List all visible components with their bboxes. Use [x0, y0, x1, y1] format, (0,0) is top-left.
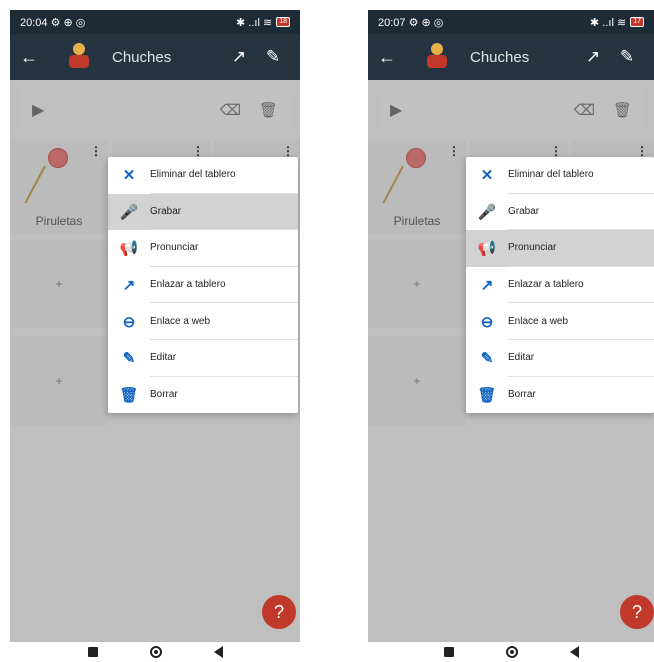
menu-item[interactable]: ✕ Eliminar del tablero	[108, 157, 298, 194]
status-bar: 20:04 ⚙ ⊕ ◎ ✱ ..ıl ≋ 18	[10, 10, 300, 34]
link-board-icon: ↗	[122, 277, 136, 295]
menu-item-label: Grabar	[508, 194, 654, 231]
menu-item[interactable]: ⊖ Enlace a web	[466, 303, 654, 340]
edit-board-icon[interactable]: ✎	[610, 47, 644, 67]
status-bar: 20:07 ⚙ ⊕ ◎ ✱ ..ıl ≋ 17	[368, 10, 654, 34]
menu-item-label: Enlazar a tablero	[508, 267, 654, 304]
trash-icon: 🗑	[477, 386, 497, 404]
microphone-icon: 🎤	[477, 203, 497, 221]
home-icon[interactable]	[505, 646, 518, 658]
status-signal-icons: ✱ ..ıl ≋	[590, 16, 627, 29]
menu-item[interactable]: 🎤 Grabar	[466, 194, 654, 231]
board-avatar	[64, 42, 94, 72]
menu-item-label: Borrar	[150, 389, 178, 401]
board-title: Chuches	[112, 48, 172, 66]
app-bar: ← Chuches ↗ ✎	[368, 34, 654, 80]
tile-context-menu: ✕ Eliminar del tablero 🎤 Grabar 📢 Pronunciar ↗…	[466, 157, 654, 414]
system-nav-bar	[368, 642, 654, 662]
menu-item[interactable]: ✎ Editar	[466, 340, 654, 377]
menu-item-label: Enlazar a tablero	[150, 267, 298, 304]
board-title: Chuches	[470, 48, 530, 66]
menu-item-label: Pronunciar	[508, 230, 654, 267]
menu-item-label: Editar	[508, 340, 654, 377]
battery-icon: 17	[630, 17, 644, 27]
link-web-icon: ⊖	[122, 313, 136, 331]
menu-item-label: Pronunciar	[150, 230, 298, 267]
recents-icon[interactable]	[87, 647, 98, 657]
battery-icon: 18	[276, 17, 290, 27]
menu-item-label: Grabar	[150, 194, 298, 231]
help-button[interactable]: ?	[262, 595, 296, 629]
menu-item[interactable]: ↗ Enlazar a tablero	[466, 267, 654, 304]
microphone-icon: 🎤	[119, 203, 139, 221]
open-external-icon[interactable]: ↗	[222, 47, 256, 67]
back-arrow-icon[interactable]: ←	[20, 47, 50, 68]
help-button[interactable]: ?	[620, 595, 654, 629]
menu-item[interactable]: 🎤 Grabar	[108, 193, 298, 231]
system-nav-bar	[10, 642, 300, 662]
status-notification-icons: ⚙ ⊕ ◎	[408, 16, 444, 29]
home-icon[interactable]	[149, 646, 162, 658]
recents-icon[interactable]	[443, 647, 454, 657]
back-nav-icon[interactable]	[569, 646, 579, 658]
menu-item[interactable]: ✎ Editar	[108, 340, 298, 377]
link-board-icon: ↗	[480, 277, 494, 295]
status-time: 20:07	[378, 16, 406, 29]
menu-item[interactable]: 📢 Pronunciar	[466, 230, 654, 267]
open-external-icon[interactable]: ↗	[576, 47, 610, 67]
menu-item[interactable]: 📢 Pronunciar	[108, 230, 298, 267]
edit-icon: ✎	[122, 350, 136, 368]
status-notification-icons: ⚙ ⊕ ◎	[50, 16, 86, 29]
back-arrow-icon[interactable]: ←	[378, 47, 408, 68]
menu-item[interactable]: ↗ Enlazar a tablero	[108, 267, 298, 304]
edit-icon: ✎	[480, 350, 494, 368]
status-time: 20:04	[20, 16, 48, 29]
board-avatar	[422, 42, 452, 72]
menu-item[interactable]: ✕ Eliminar del tablero	[466, 157, 654, 194]
close-icon: ✕	[122, 167, 136, 185]
link-web-icon: ⊖	[480, 313, 494, 331]
app-bar: ← Chuches ↗ ✎	[10, 34, 300, 80]
menu-item-label: Borrar	[508, 389, 536, 401]
menu-item[interactable]: ⊖ Enlace a web	[108, 303, 298, 340]
menu-item-label: Enlace a web	[508, 303, 654, 340]
phone-screen-right: 20:07 ⚙ ⊕ ◎ ✱ ..ıl ≋ 17 ← Chuches ↗ ✎ ▶ ⌫…	[368, 10, 654, 642]
menu-item[interactable]: 🗑 Borrar	[466, 377, 654, 414]
phone-screen-left: 20:04 ⚙ ⊕ ◎ ✱ ..ıl ≋ 18 ← Chuches ↗ ✎ ▶ ⌫…	[10, 10, 300, 642]
trash-icon: 🗑	[119, 386, 139, 404]
megaphone-icon: 📢	[477, 240, 497, 258]
menu-item[interactable]: 🗑 Borrar	[108, 377, 298, 414]
menu-item-label: Eliminar del tablero	[150, 157, 298, 194]
menu-item-label: Editar	[150, 340, 298, 377]
menu-item-label: Eliminar del tablero	[508, 157, 654, 194]
status-signal-icons: ✱ ..ıl ≋	[236, 16, 273, 29]
back-nav-icon[interactable]	[213, 646, 223, 658]
edit-board-icon[interactable]: ✎	[256, 47, 290, 67]
tile-context-menu: ✕ Eliminar del tablero 🎤 Grabar 📢 Pronunciar ↗…	[108, 157, 298, 414]
close-icon: ✕	[480, 167, 494, 185]
megaphone-icon: 📢	[119, 240, 139, 258]
menu-item-label: Enlace a web	[150, 303, 298, 340]
